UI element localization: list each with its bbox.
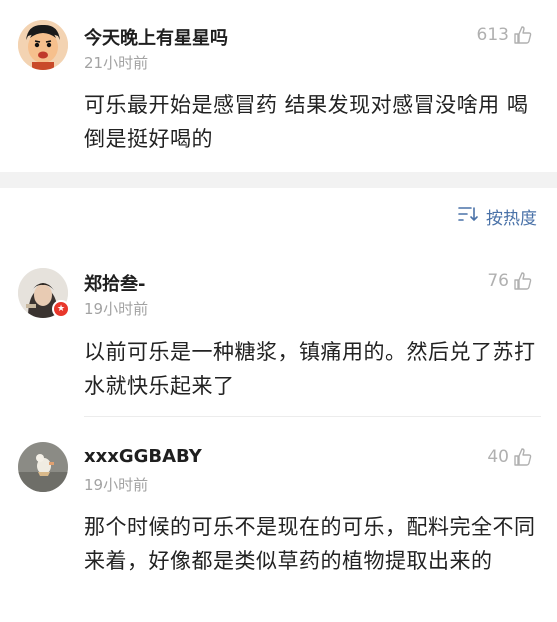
thumbs-up-icon bbox=[513, 447, 533, 467]
like-count: 40 bbox=[487, 447, 509, 467]
username[interactable]: 郑拾叁- bbox=[84, 270, 145, 296]
username[interactable]: xxxGGBABY bbox=[84, 446, 202, 467]
avatar[interactable] bbox=[18, 20, 68, 70]
username[interactable]: 今天晚上有星星吗 bbox=[84, 24, 228, 50]
like-button[interactable]: 76 bbox=[487, 271, 533, 291]
thumbs-up-icon bbox=[513, 271, 533, 291]
section-divider bbox=[0, 172, 557, 188]
weibo-verified-badge: ★ bbox=[52, 300, 70, 318]
comment-text: 可乐最开始是感冒药 结果发现对感冒没啥用 喝倒是挺好喝的 bbox=[84, 93, 529, 151]
sort-label: 按热度 bbox=[486, 209, 537, 229]
comment-time: 19小时前 bbox=[84, 300, 149, 318]
like-button[interactable]: 613 bbox=[477, 25, 533, 45]
like-count: 613 bbox=[476, 25, 509, 45]
comment-time: 21小时前 bbox=[84, 54, 149, 72]
sort-by-hot-button[interactable]: 按热度 bbox=[458, 204, 537, 229]
comment-separator bbox=[84, 416, 541, 417]
sort-icon bbox=[458, 206, 480, 227]
comment-time: 19小时前 bbox=[84, 476, 149, 494]
comment-text: 以前可乐是一种糖浆，镇痛用的。然后兑了苏打水就快乐起来了 bbox=[84, 340, 536, 398]
like-count: 76 bbox=[487, 271, 509, 291]
thumbs-up-icon bbox=[513, 25, 533, 45]
like-button[interactable]: 40 bbox=[487, 447, 533, 467]
avatar[interactable] bbox=[18, 442, 68, 492]
comment-text: 那个时候的可乐不是现在的可乐，配料完全不同来着，好像都是类似草药的植物提取出来的 bbox=[84, 515, 536, 573]
